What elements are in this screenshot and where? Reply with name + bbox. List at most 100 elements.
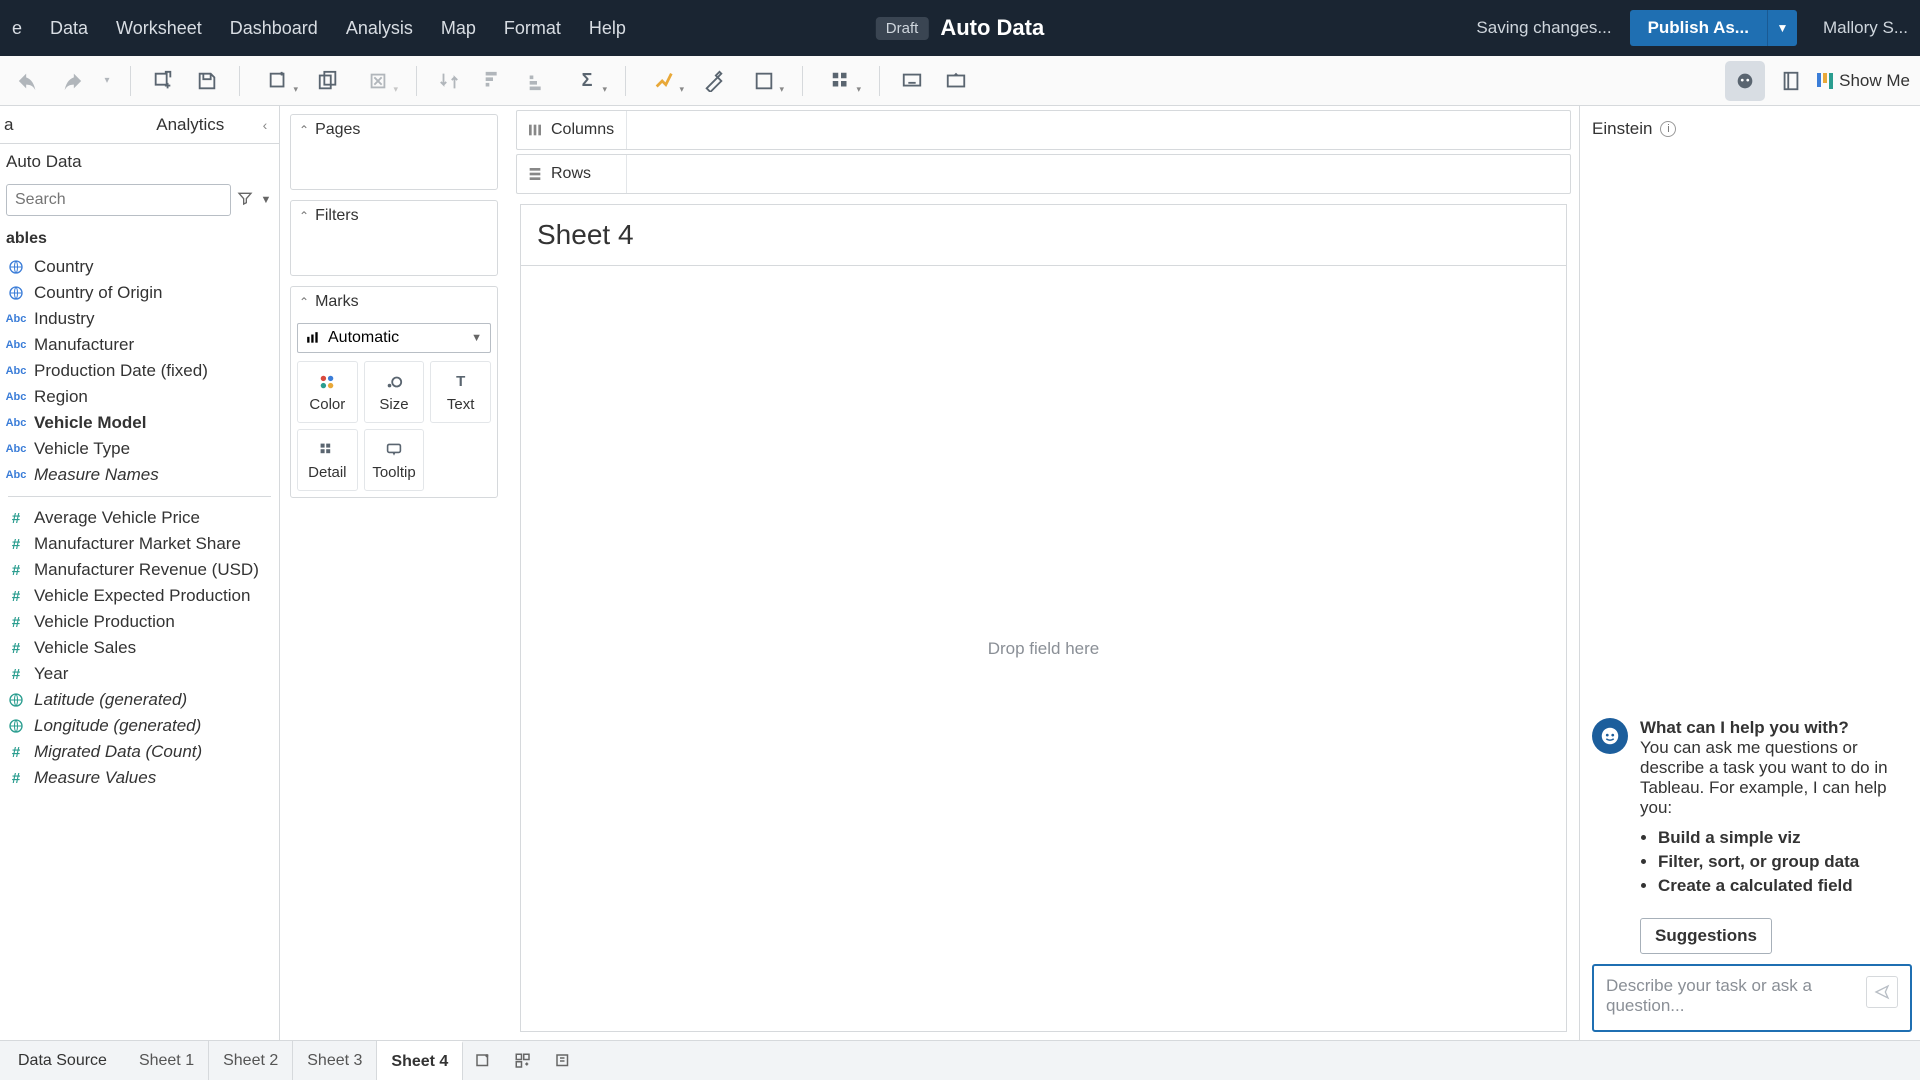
publish-button[interactable]: Publish As... bbox=[1630, 10, 1767, 46]
field-type-icon: Abc bbox=[6, 362, 26, 380]
einstein-panel: Einstein i What can I help you with? You… bbox=[1580, 106, 1920, 1040]
show-me-label: Show Me bbox=[1839, 71, 1910, 91]
field-vehicle-production[interactable]: #Vehicle Production bbox=[0, 609, 279, 635]
new-worksheet-button[interactable] bbox=[254, 63, 302, 99]
menu-format[interactable]: Format bbox=[504, 18, 561, 39]
new-story-tab[interactable] bbox=[543, 1041, 583, 1080]
field-manufacturer-market-share[interactable]: #Manufacturer Market Share bbox=[0, 531, 279, 557]
clear-button[interactable] bbox=[354, 63, 402, 99]
field-type-icon bbox=[6, 258, 26, 276]
show-me-button[interactable]: Show Me bbox=[1817, 71, 1910, 91]
field-longitude-generated-[interactable]: Longitude (generated) bbox=[0, 713, 279, 739]
field-type-icon: # bbox=[6, 613, 26, 631]
swap-button[interactable] bbox=[431, 63, 467, 99]
presentation-button[interactable] bbox=[894, 63, 930, 99]
field-search-input[interactable] bbox=[6, 184, 231, 216]
columns-shelf[interactable]: Columns bbox=[516, 110, 1571, 150]
share-button[interactable] bbox=[938, 63, 974, 99]
field-measure-names[interactable]: AbcMeasure Names bbox=[0, 462, 279, 488]
new-datasource-button[interactable] bbox=[145, 63, 181, 99]
color-mark[interactable]: Color bbox=[297, 361, 358, 423]
data-guide-button[interactable] bbox=[1773, 63, 1809, 99]
toolbar: ▾ Σ Show Me bbox=[0, 56, 1920, 106]
field-vehicle-expected-production[interactable]: #Vehicle Expected Production bbox=[0, 583, 279, 609]
filter-fields-icon[interactable] bbox=[237, 190, 253, 211]
highlight-button[interactable] bbox=[640, 63, 688, 99]
show-labels-button[interactable] bbox=[817, 63, 865, 99]
new-dashboard-tab[interactable] bbox=[503, 1041, 543, 1080]
publish-dropdown[interactable]: ▼ bbox=[1767, 10, 1797, 46]
field-manufacturer-revenue-usd-[interactable]: #Manufacturer Revenue (USD) bbox=[0, 557, 279, 583]
totals-button[interactable]: Σ bbox=[563, 63, 611, 99]
send-button[interactable] bbox=[1866, 976, 1898, 1008]
sheet-tab-1[interactable]: Sheet 1 bbox=[125, 1041, 209, 1080]
pages-shelf[interactable]: ⌃Pages bbox=[290, 114, 498, 190]
data-panel: a Analytics ‹ Auto Data ▼ ables CountryC… bbox=[0, 106, 280, 1040]
field-options-dropdown[interactable]: ▼ bbox=[259, 194, 273, 206]
datasource-name[interactable]: Auto Data bbox=[0, 144, 279, 180]
data-tab[interactable]: a bbox=[0, 115, 126, 135]
field-migrated-data-count-[interactable]: #Migrated Data (Count) bbox=[0, 739, 279, 765]
field-vehicle-type[interactable]: AbcVehicle Type bbox=[0, 436, 279, 462]
data-source-tab[interactable]: Data Source bbox=[0, 1041, 125, 1080]
menu-analysis[interactable]: Analysis bbox=[346, 18, 413, 39]
field-measure-values[interactable]: #Measure Values bbox=[0, 765, 279, 791]
mark-type-dropdown[interactable]: Automatic ▼ bbox=[297, 323, 491, 353]
field-country-of-origin[interactable]: Country of Origin bbox=[0, 280, 279, 306]
tooltip-mark[interactable]: Tooltip bbox=[364, 429, 425, 491]
field-vehicle-model[interactable]: AbcVehicle Model bbox=[0, 410, 279, 436]
save-button[interactable] bbox=[189, 63, 225, 99]
user-menu[interactable]: Mallory S... bbox=[1823, 18, 1908, 38]
filters-shelf[interactable]: ⌃Filters bbox=[290, 200, 498, 276]
menu-dashboard[interactable]: Dashboard bbox=[230, 18, 318, 39]
field-type-icon: # bbox=[6, 639, 26, 657]
menu-e[interactable]: e bbox=[12, 18, 22, 39]
rows-shelf[interactable]: Rows bbox=[516, 154, 1571, 194]
field-manufacturer[interactable]: AbcManufacturer bbox=[0, 332, 279, 358]
collapse-panel-button[interactable]: ‹ bbox=[251, 117, 279, 133]
redo-dropdown[interactable]: ▾ bbox=[98, 63, 116, 99]
einstein-toolbar-button[interactable] bbox=[1725, 61, 1765, 101]
fit-button[interactable] bbox=[740, 63, 788, 99]
window-title-area: Draft Auto Data bbox=[876, 15, 1044, 41]
info-icon[interactable]: i bbox=[1660, 121, 1676, 137]
worksheet-title-bar[interactable]: Sheet 4 bbox=[520, 204, 1567, 265]
field-country[interactable]: Country bbox=[0, 254, 279, 280]
size-mark[interactable]: Size bbox=[364, 361, 425, 423]
filters-label: Filters bbox=[315, 207, 359, 225]
field-year[interactable]: #Year bbox=[0, 661, 279, 687]
drop-hint: Drop field here bbox=[988, 639, 1100, 659]
redo-button[interactable] bbox=[54, 63, 90, 99]
marks-label: Marks bbox=[315, 293, 359, 311]
analytics-tab[interactable]: Analytics bbox=[126, 115, 252, 135]
duplicate-button[interactable] bbox=[310, 63, 346, 99]
new-worksheet-tab[interactable] bbox=[463, 1041, 503, 1080]
field-industry[interactable]: AbcIndustry bbox=[0, 306, 279, 332]
einstein-input[interactable] bbox=[1606, 976, 1866, 1020]
menu-map[interactable]: Map bbox=[441, 18, 476, 39]
sort-asc-button[interactable] bbox=[475, 63, 511, 99]
field-type-icon: Abc bbox=[6, 388, 26, 406]
field-latitude-generated-[interactable]: Latitude (generated) bbox=[0, 687, 279, 713]
sort-desc-button[interactable] bbox=[519, 63, 555, 99]
einstein-question: What can I help you with? bbox=[1640, 718, 1912, 738]
worksheet-title: Sheet 4 bbox=[537, 219, 1550, 251]
sheet-tab-2[interactable]: Sheet 2 bbox=[209, 1041, 293, 1080]
field-average-vehicle-price[interactable]: #Average Vehicle Price bbox=[0, 505, 279, 531]
sheet-tab-4[interactable]: Sheet 4 bbox=[377, 1041, 463, 1080]
sheet-tab-3[interactable]: Sheet 3 bbox=[293, 1041, 377, 1080]
sheet-tabs-bar: Data Source Sheet 1Sheet 2Sheet 3Sheet 4 bbox=[0, 1040, 1920, 1080]
undo-button[interactable] bbox=[10, 63, 46, 99]
text-mark[interactable]: TText bbox=[430, 361, 491, 423]
suggestions-button[interactable]: Suggestions bbox=[1640, 918, 1772, 954]
menu-worksheet[interactable]: Worksheet bbox=[116, 18, 202, 39]
menu-help[interactable]: Help bbox=[589, 18, 626, 39]
field-region[interactable]: AbcRegion bbox=[0, 384, 279, 410]
detail-mark[interactable]: Detail bbox=[297, 429, 358, 491]
field-vehicle-sales[interactable]: #Vehicle Sales bbox=[0, 635, 279, 661]
annotate-button[interactable] bbox=[696, 63, 732, 99]
viz-canvas[interactable]: Drop field here bbox=[520, 265, 1567, 1032]
field-production-date-fixed-[interactable]: AbcProduction Date (fixed) bbox=[0, 358, 279, 384]
menu-data[interactable]: Data bbox=[50, 18, 88, 39]
tooltip-icon bbox=[384, 440, 404, 460]
